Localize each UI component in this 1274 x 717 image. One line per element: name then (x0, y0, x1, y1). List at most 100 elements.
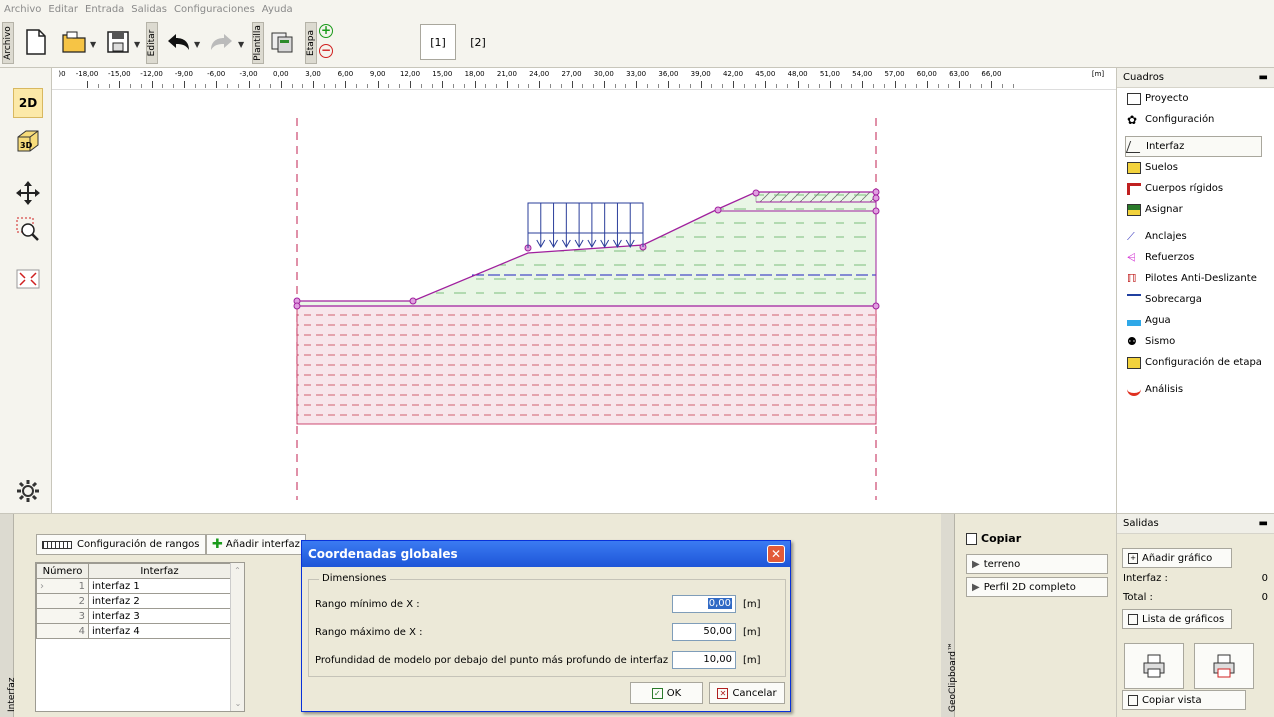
close-icon[interactable]: ✕ (767, 545, 785, 563)
table-row[interactable]: 4 interfaz 4 (36, 623, 231, 639)
ruler-minor-tick (937, 84, 939, 88)
save-button[interactable] (102, 26, 134, 58)
ruler-minor-tick (130, 84, 132, 88)
frame-pilotes[interactable]: ℿ Pilotes Anti-Deslizante (1117, 268, 1274, 289)
frame-anclajes[interactable]: ⟋ Anclajes (1117, 226, 1274, 247)
pan-button[interactable] (13, 178, 43, 208)
config-ranges-button[interactable]: Configuración de rangos (36, 534, 206, 555)
frame-interfaz[interactable]: Interfaz (1125, 136, 1262, 157)
max-x-input[interactable]: 50,00 (672, 623, 736, 641)
frame-config-etapa[interactable]: Configuración de etapa (1117, 352, 1274, 373)
ruler-tick-label: 6,00 (337, 70, 354, 78)
open-dropdown-icon[interactable]: ▼ (90, 40, 96, 49)
geoclipboard-tab[interactable]: GeoClipboard™ (941, 514, 958, 717)
frame-configuracion[interactable]: ✿ Configuración (1117, 109, 1274, 130)
stage-tab-2[interactable]: [2] (460, 24, 496, 60)
zoom-extents-button[interactable] (13, 264, 43, 294)
frame-suelos[interactable]: Suelos (1117, 157, 1274, 178)
frame-asignar[interactable]: Asignar (1117, 199, 1274, 220)
ruler-unit: [m] (1091, 70, 1105, 78)
open-file-button[interactable] (58, 26, 90, 58)
dimensions-legend: Dimensiones (319, 573, 390, 584)
frame-cuerpos-rigidos[interactable]: Cuerpos rígidos (1117, 178, 1274, 199)
min-x-input[interactable]: 0,00 (672, 595, 736, 613)
menu-entrada[interactable]: Entrada (85, 4, 124, 15)
add-graph-icon: + (1128, 552, 1138, 564)
copy-view-button[interactable]: Copiar vista (1122, 690, 1246, 710)
table-row[interactable]: 3 interfaz 3 (36, 608, 231, 624)
interfaz-count-value: 0 (1261, 573, 1268, 584)
archivo-group-label: Archivo (2, 22, 14, 64)
print-preview-button[interactable] (1194, 643, 1254, 689)
triangle-right-icon: ▶ (972, 558, 980, 570)
interface-side-tab[interactable]: Interfaz (0, 514, 17, 717)
redo-button[interactable] (206, 26, 238, 58)
copy-terreno-button[interactable]: ▶ terreno (966, 554, 1108, 574)
save-dropdown-icon[interactable]: ▼ (134, 40, 140, 49)
lower-soil-layer (296, 305, 877, 425)
add-graph-button[interactable]: + Añadir gráfico (1122, 548, 1232, 568)
stage-tab-1[interactable]: [1] (420, 24, 456, 60)
remove-stage-icon[interactable]: − (319, 44, 333, 58)
frame-agua[interactable]: Agua (1117, 310, 1274, 331)
settings-button[interactable] (13, 476, 43, 506)
ruler-tick-mark (862, 81, 864, 88)
ruler-tick-label: 15,00 (432, 70, 453, 78)
ruler-minor-tick (754, 84, 756, 88)
undo-button[interactable] (162, 26, 194, 58)
menu-editar[interactable]: Editar (48, 4, 78, 15)
ruler-minor-tick (291, 84, 293, 88)
cancel-button[interactable]: ✕ Cancelar (709, 682, 785, 704)
view-3d-button[interactable]: 3D (13, 126, 43, 156)
scroll-down-icon[interactable]: ⌄ (231, 699, 245, 708)
menu-salidas[interactable]: Salidas (131, 4, 167, 15)
table-scrollbar[interactable]: ⌃ ⌄ (230, 563, 244, 711)
menu-archivo[interactable]: Archivo (4, 4, 41, 15)
list-graphs-button[interactable]: Lista de gráficos (1122, 609, 1232, 629)
ruler-minor-tick (431, 84, 433, 88)
print-button[interactable] (1124, 643, 1184, 689)
zoom-window-button[interactable] (13, 214, 43, 244)
drawing-canvas[interactable]: )0 [m] -18,00 -15,00 -12,00 -9,00 -6,00 -3,00… (52, 68, 1116, 513)
ruler-tick-label: -9,00 (174, 70, 193, 78)
menu-ayuda[interactable]: Ayuda (262, 4, 293, 15)
ok-button[interactable]: ✓ OK (630, 682, 703, 704)
move-arrows-icon (16, 181, 40, 205)
add-interface-button[interactable]: ✚ Añadir interfaz (206, 534, 306, 555)
copy-perfil-button[interactable]: ▶ Perfil 2D completo (966, 577, 1108, 597)
minimize-icon[interactable]: ▬ (1259, 72, 1268, 83)
ruler-minor-tick (496, 84, 498, 88)
ruler-minor-tick (388, 84, 390, 88)
geometry-svg[interactable] (52, 90, 1116, 513)
table-row[interactable]: 2 interfaz 2 (36, 593, 231, 609)
minimize-icon[interactable]: ▬ (1259, 518, 1268, 529)
menu-configuraciones[interactable]: Configuraciones (174, 4, 255, 15)
frame-proyecto[interactable]: Proyecto (1117, 88, 1274, 109)
ruler-minor-tick (614, 84, 616, 88)
svg-text:3D: 3D (20, 141, 33, 150)
depth-input[interactable]: 10,00 (672, 651, 736, 669)
surcharge-load (527, 202, 644, 248)
frame-refuerzos[interactable]: ⩤ Refuerzos (1117, 247, 1274, 268)
etapa-group-label: Etapa (305, 22, 317, 64)
template-button[interactable] (266, 26, 298, 58)
add-stage-icon[interactable]: + (319, 24, 333, 38)
scroll-up-icon[interactable]: ⌃ (231, 566, 244, 575)
table-row[interactable]: › 1 interfaz 1 (36, 578, 231, 594)
frame-analisis[interactable]: Análisis (1117, 379, 1274, 400)
ruler-tick-label: -12,00 (140, 70, 163, 78)
undo-icon (168, 34, 189, 50)
copy-header[interactable]: Copiar (966, 532, 1021, 545)
ruler-minor-tick (980, 84, 982, 88)
frame-sismo[interactable]: ⚉ Sismo (1117, 331, 1274, 352)
ruler-tick-label: 9,00 (369, 70, 386, 78)
ruler-tick-mark (733, 81, 734, 88)
frame-sobrecarga[interactable]: Sobrecarga (1117, 289, 1274, 310)
ruler-minor-tick (485, 84, 487, 88)
new-file-button[interactable] (20, 26, 52, 58)
undo-dropdown-icon[interactable]: ▼ (194, 40, 200, 49)
outputs-panel: Salidas ▬ + Añadir gráfico Interfaz : 0 T… (1116, 514, 1274, 717)
ruler: )0 [m] -18,00 -15,00 -12,00 -9,00 -6,00 -3,00… (52, 68, 1116, 90)
view-2d-button[interactable]: 2D (13, 88, 43, 118)
ruler-minor-tick (270, 84, 272, 88)
